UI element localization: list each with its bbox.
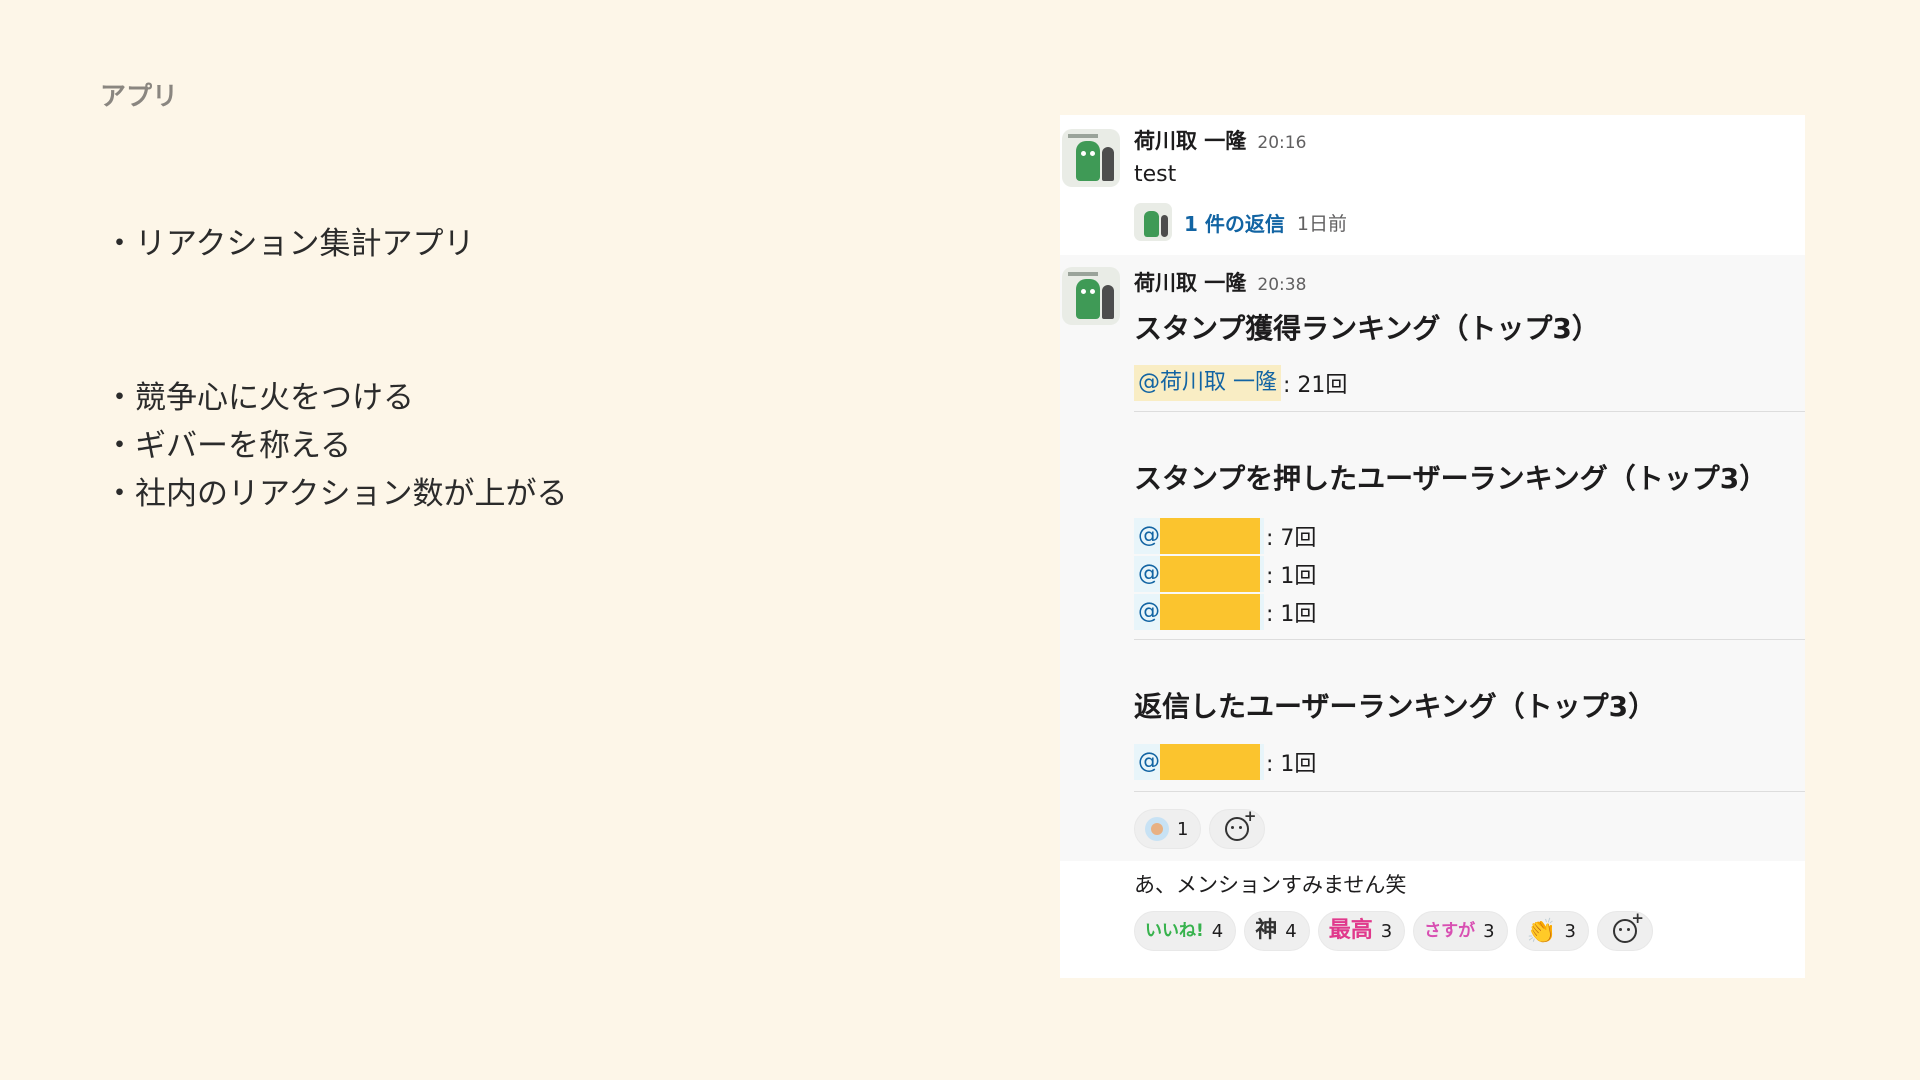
- section-title: アプリ: [100, 82, 179, 112]
- thread-summary[interactable]: 1 件の返信 1日前: [1134, 203, 1347, 241]
- bullet-list-primary: ・リアクション集計アプリ: [104, 220, 474, 268]
- thread-last-reply-time: 1日前: [1296, 212, 1347, 235]
- saikou-emoji-icon: 最高: [1328, 918, 1373, 943]
- reaction-pill[interactable]: 👏 3: [1515, 911, 1589, 951]
- person-emoji-icon: [1145, 817, 1169, 841]
- author-name[interactable]: 荷川取 一隆: [1134, 129, 1246, 153]
- ranking-row: @荷川取 一隆 : 21回: [1134, 364, 1347, 402]
- user-mention[interactable]: @: [1134, 744, 1264, 780]
- thread-replies-link[interactable]: 1 件の返信: [1184, 208, 1285, 237]
- user-mention[interactable]: @: [1134, 518, 1264, 554]
- slide: アプリ ・リアクション集計アプリ ・競争心に火をつける ・ギバーを称える ・社内…: [0, 0, 1920, 1080]
- clap-emoji-icon: 👏: [1526, 917, 1557, 945]
- redaction-box: [1160, 594, 1260, 630]
- message-test: 荷川取 一隆 20:16 test 1 件の返信 1日前: [1060, 115, 1805, 255]
- divider: [1134, 411, 1805, 412]
- reaction-count: 3: [1380, 920, 1393, 942]
- redaction-box: [1160, 556, 1260, 592]
- reaction-count: 1: [1177, 818, 1189, 840]
- add-reaction-button[interactable]: [1209, 807, 1266, 849]
- slack-screenshot: 荷川取 一隆 20:16 test 1 件の返信 1日前 荷川取 一隆 20:3…: [1060, 115, 1805, 978]
- reaction-pill[interactable]: 最高 3: [1317, 911, 1406, 951]
- divider: [1134, 639, 1805, 640]
- bullet-item: ・ギバーを称える: [104, 428, 352, 464]
- ranking-row: @ : 1回: [1134, 555, 1316, 593]
- add-reaction-icon: [1225, 807, 1256, 841]
- user-mention[interactable]: @: [1134, 594, 1264, 630]
- message-header: 荷川取 一隆 20:38: [1134, 267, 1306, 297]
- message-text: test: [1134, 162, 1177, 187]
- reactions-bar: 1: [1134, 807, 1266, 849]
- avatar[interactable]: [1062, 129, 1120, 187]
- ranking-row: @ : 1回: [1134, 593, 1316, 631]
- ranking-row: @ : 7回: [1134, 517, 1316, 555]
- reaction-count: 3: [1483, 920, 1495, 942]
- add-reaction-icon: [1612, 909, 1644, 943]
- reaction-count: 3: [1564, 920, 1576, 942]
- reaction-pill[interactable]: いいね! 4: [1134, 911, 1237, 951]
- redaction-box: [1160, 518, 1260, 554]
- bullet-list-secondary: ・競争心に火をつける ・ギバーを称える ・社内のリアクション数が上がる: [104, 374, 567, 518]
- ranking-count: : 1回: [1266, 752, 1317, 777]
- avatar[interactable]: [1062, 267, 1120, 325]
- reaction-count: 4: [1211, 920, 1224, 942]
- message-ranking: 荷川取 一隆 20:38 スタンプ獲得ランキング（トップ3） @荷川取 一隆 :…: [1060, 255, 1805, 861]
- ranking-title-replies: 返信したユーザーランキング（トップ3）: [1134, 690, 1657, 723]
- sasuga-emoji-icon: さすが: [1424, 920, 1476, 941]
- divider: [1134, 791, 1805, 792]
- add-reaction-button[interactable]: [1596, 909, 1653, 951]
- thread-avatar: [1134, 203, 1172, 241]
- message-text: あ、メンションすみません笑: [1134, 873, 1407, 897]
- ranking-title-stamps-received: スタンプ獲得ランキング（トップ3）: [1134, 312, 1600, 345]
- reaction-pill[interactable]: さすが 3: [1413, 911, 1508, 951]
- timestamp[interactable]: 20:38: [1257, 275, 1306, 295]
- message-header: 荷川取 一隆 20:16: [1134, 125, 1306, 155]
- ranking-count: : 1回: [1266, 564, 1317, 589]
- reaction-pill[interactable]: 1: [1134, 809, 1202, 849]
- reactions-bar: いいね! 4 神 4 最高 3 さすが 3 👏 3: [1134, 909, 1653, 951]
- ranking-title-stamps-given: スタンプを押したユーザーランキング（トップ3）: [1134, 462, 1768, 495]
- reaction-pill[interactable]: 神 4: [1244, 911, 1310, 951]
- user-mention[interactable]: @荷川取 一隆: [1134, 365, 1281, 401]
- ranking-count: : 21回: [1283, 373, 1348, 398]
- bullet-item: ・社内のリアクション数が上がる: [104, 476, 568, 512]
- kami-emoji-icon: 神: [1255, 918, 1278, 943]
- bullet-item: ・競争心に火をつける: [104, 380, 414, 416]
- timestamp[interactable]: 20:16: [1257, 133, 1306, 153]
- ranking-count: : 7回: [1266, 526, 1317, 551]
- message-apology: あ、メンションすみません笑 いいね! 4 神 4 最高 3 さすが 3 👏 3 …: [1060, 861, 1805, 978]
- reaction-count: 4: [1285, 920, 1297, 942]
- user-mention[interactable]: @: [1134, 556, 1264, 592]
- author-name[interactable]: 荷川取 一隆: [1134, 271, 1246, 295]
- bullet-item: ・リアクション集計アプリ: [104, 226, 475, 262]
- redaction-box: [1160, 744, 1260, 780]
- ranking-row: @ : 1回: [1134, 743, 1316, 781]
- ranking-count: : 1回: [1266, 602, 1317, 627]
- iine-emoji-icon: いいね!: [1145, 920, 1204, 941]
